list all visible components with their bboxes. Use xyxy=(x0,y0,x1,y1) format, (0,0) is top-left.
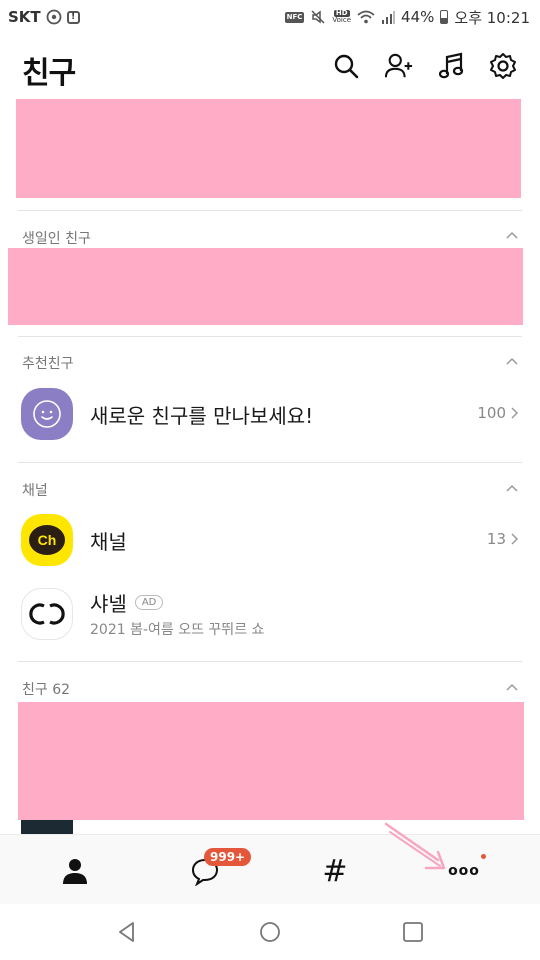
recommended-count-value: 100 xyxy=(477,404,506,422)
signal-icon xyxy=(381,10,396,24)
settings-icon[interactable] xyxy=(489,52,517,80)
divider xyxy=(18,661,522,662)
channel-logo-icon: Ch xyxy=(29,525,65,555)
chanel-title-text: 샤넬 xyxy=(90,592,127,616)
tab-friends[interactable] xyxy=(55,851,95,891)
voice-label: Voice xyxy=(332,16,352,24)
divider xyxy=(18,462,522,463)
recents-icon[interactable] xyxy=(401,920,425,944)
app-header: 친구 xyxy=(0,40,540,96)
music-icon[interactable] xyxy=(438,52,466,80)
channel-count-value: 13 xyxy=(486,530,506,548)
redacted-profile xyxy=(16,99,521,198)
channel-title: 채널 xyxy=(90,530,127,554)
search-icon[interactable] xyxy=(332,52,360,80)
page-title: 친구 xyxy=(22,56,76,91)
redacted-friends-list xyxy=(18,702,524,820)
divider xyxy=(18,336,522,337)
battery-icon xyxy=(440,10,449,24)
system-nav-bar xyxy=(0,904,540,960)
divider xyxy=(18,210,522,211)
section-label-recommended: 추천친구 xyxy=(22,356,74,372)
hd-voice-icon: HD Voice xyxy=(332,10,351,24)
recommended-count: 100 xyxy=(477,404,518,422)
add-friend-icon[interactable] xyxy=(385,52,413,80)
chevron-up-icon[interactable] xyxy=(506,483,518,495)
tab-hashtag[interactable]: # xyxy=(315,851,355,891)
chevron-up-icon[interactable] xyxy=(506,230,518,242)
battery-percent: 44% xyxy=(401,8,435,26)
chanel-ad-row[interactable]: 샤넬 AD 2021 봄-여름 오뜨 꾸뛰르 쇼 xyxy=(0,584,540,648)
back-icon[interactable] xyxy=(115,920,139,944)
smile-icon xyxy=(21,388,73,440)
annotation-arrow-icon xyxy=(384,822,446,870)
chanel-logo-icon xyxy=(21,588,73,640)
recommended-friends-row[interactable]: 새로운 친구를 만나보세요! 100 xyxy=(0,384,540,448)
redacted-birthday-list xyxy=(8,248,523,325)
status-bar: SKT ! NFC HD Voice 44% 오후 10:21 xyxy=(0,0,540,34)
chat-badge: 999+ xyxy=(204,848,252,866)
channel-avatar: Ch xyxy=(21,514,73,566)
chanel-title: 샤넬 AD xyxy=(90,588,164,617)
clock: 오후 10:21 xyxy=(454,8,530,27)
channel-row[interactable]: Ch 채널 13 xyxy=(0,510,540,574)
home-icon[interactable] xyxy=(258,920,282,944)
chevron-right-icon xyxy=(511,407,518,419)
notification-icon: ! xyxy=(66,10,80,24)
chevron-up-icon[interactable] xyxy=(506,356,518,368)
section-label-friends: 친구 62 xyxy=(22,682,71,698)
nfc-icon: NFC xyxy=(284,11,305,23)
face-status-icon xyxy=(46,9,62,25)
chevron-right-icon xyxy=(511,533,518,545)
section-label-birthday: 생일인 친구 xyxy=(22,231,91,247)
section-label-channel: 채널 xyxy=(22,483,48,499)
channel-count: 13 xyxy=(487,530,518,548)
wifi-icon xyxy=(357,10,375,24)
recommended-title: 새로운 친구를 만나보세요! xyxy=(90,404,314,428)
chanel-subtitle: 2021 봄-여름 오뜨 꾸뛰르 쇼 xyxy=(90,622,265,638)
ad-badge: AD xyxy=(134,595,164,610)
person-icon xyxy=(63,859,87,884)
mute-icon xyxy=(310,9,326,25)
chevron-up-icon[interactable] xyxy=(506,682,518,694)
carrier-label: SKT xyxy=(8,8,41,26)
more-notification-dot xyxy=(481,854,486,859)
